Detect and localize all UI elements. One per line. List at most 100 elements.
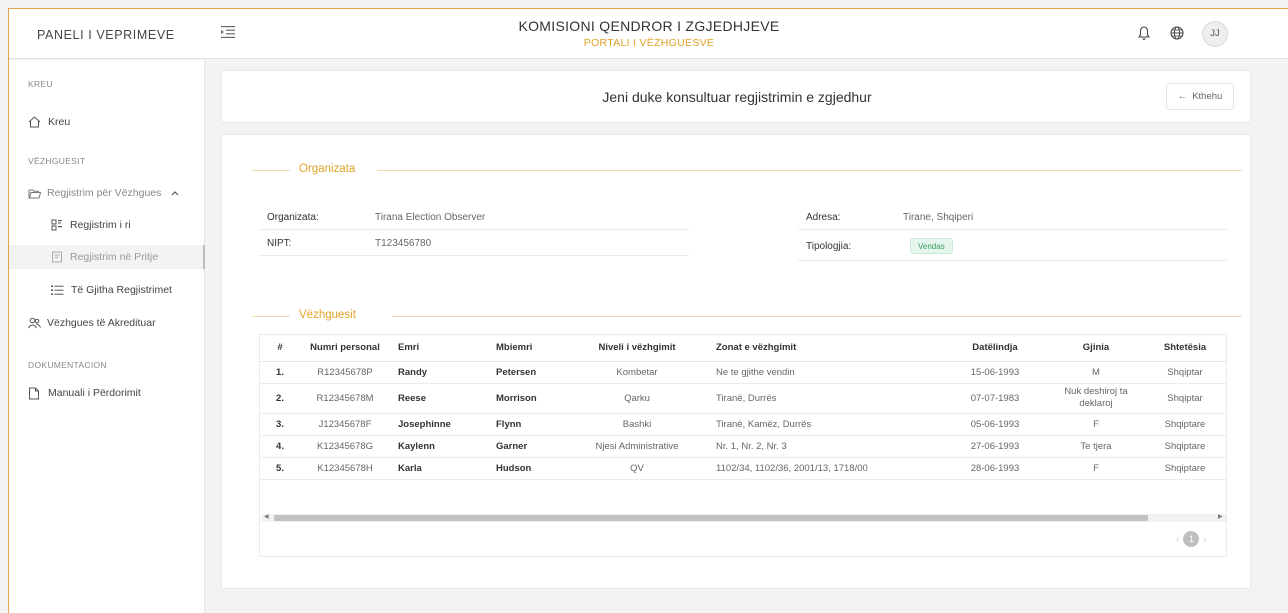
cell-level: Bashki xyxy=(566,413,708,436)
sidebar-section-doc: DOKUMENTACION xyxy=(28,360,107,370)
org-address-row: Adresa: Tirane, Shqiperi xyxy=(798,205,1228,230)
sidebar-item-accredited[interactable]: Vëzhgues të Akredituar xyxy=(9,311,205,335)
sidebar-item-new-registration[interactable]: Regjistrim i ri xyxy=(9,213,205,237)
registration-details-card: Organizata Organizata: Tirana Election O… xyxy=(221,134,1251,589)
cell-zones: 1102/34, 1102/36, 2001/13, 1718/00 xyxy=(708,457,940,480)
organization-section-header: Organizata xyxy=(252,163,1242,177)
cell-personal-number: K12345678H xyxy=(300,457,390,480)
observers-section-title: Vëzhguesit xyxy=(299,309,356,321)
org-name-label: Organizata: xyxy=(267,212,319,223)
cell-gender: M xyxy=(1050,361,1142,384)
col-header-level: Niveli i vëzhgimit xyxy=(566,335,708,362)
cell-level: QV xyxy=(566,457,708,480)
top-bar: PANELI I VEPRIMEVE KOMISIONI QENDROR I Z… xyxy=(9,9,1288,59)
col-header-first-name: Emri xyxy=(390,335,488,362)
folder-open-icon xyxy=(28,189,41,198)
col-header-zones: Zonat e vëzhgimit xyxy=(708,335,940,362)
org-nipt-row: NIPT: T123456780 xyxy=(259,231,689,256)
sidebar-item-label: Kreu xyxy=(48,116,71,128)
table-row[interactable]: 3. J12345678F Josephinne Flynn Bashki Ti… xyxy=(260,413,1226,436)
cell-last-name: Petersen xyxy=(488,361,566,384)
org-type-label: Tipologjia: xyxy=(806,241,852,252)
table-header-row: # Numri personal Emri Mbiemri Niveli i v… xyxy=(260,335,1226,362)
cell-zones: Ne te gjithe vendin xyxy=(708,361,940,384)
scroll-left-icon[interactable]: ◀ xyxy=(264,513,269,520)
sidebar-group-registration[interactable]: Regjistrim për Vëzhgues xyxy=(9,181,205,205)
col-header-personal-number: Numri personal xyxy=(300,335,390,362)
document-icon xyxy=(29,387,39,399)
sidebar-item-kreu[interactable]: Kreu xyxy=(9,110,205,134)
observers-table: # Numri personal Emri Mbiemri Niveli i v… xyxy=(259,334,1227,557)
cell-nationality: Shqiptare xyxy=(1142,413,1226,436)
table-row[interactable]: 4. K12345678G Kaylenn Garner Njesi Admin… xyxy=(260,435,1226,458)
sidebar-section-vezhguesit: VËZHGUESIT xyxy=(28,156,86,166)
prev-page-icon[interactable]: ‹ xyxy=(1176,534,1179,545)
org-name-value: Tirana Election Observer xyxy=(375,212,486,223)
cell-last-name: Morrison xyxy=(488,383,566,414)
sidebar-item-label: Regjistrim i ri xyxy=(70,219,131,231)
table-row[interactable]: 1. R12345678P Randy Petersen Kombetar Ne… xyxy=(260,361,1226,384)
cell-number: 3. xyxy=(260,413,300,436)
table-row[interactable]: 5. K12345678H Karla Hudson QV 1102/34, 1… xyxy=(260,457,1226,480)
cell-zones: Tiranë, Kamëz, Durrës xyxy=(708,413,940,436)
pagination: ‹ 1 › xyxy=(1176,531,1207,547)
sidebar-item-label: Regjistrim për Vëzhgues xyxy=(47,187,162,199)
cell-zones: Tiranë, Durrës xyxy=(708,383,940,414)
cell-number: 4. xyxy=(260,435,300,458)
cell-last-name: Garner xyxy=(488,435,566,458)
col-header-nationality: Shtetësia xyxy=(1142,335,1226,362)
cell-gender: Nuk deshiroj ta deklaroj xyxy=(1050,383,1142,414)
cell-personal-number: R12345678M xyxy=(300,383,390,414)
cell-gender: F xyxy=(1050,413,1142,436)
page-number-button[interactable]: 1 xyxy=(1183,531,1200,547)
col-header-last-name: Mbiemri xyxy=(488,335,566,362)
sidebar: KREU Kreu VËZHGUESIT Regjistrim për Vëzh… xyxy=(9,60,205,613)
pending-form-icon xyxy=(52,251,62,263)
cell-level: Qarku xyxy=(566,383,708,414)
cell-last-name: Flynn xyxy=(488,413,566,436)
cell-dob: 07-07-1983 xyxy=(940,383,1050,414)
cell-personal-number: K12345678G xyxy=(300,435,390,458)
observers-section-header: Vëzhguesit xyxy=(252,309,1242,323)
sidebar-item-label: Manuali i Përdorimit xyxy=(48,387,141,399)
sidebar-item-all-registrations[interactable]: Të Gjitha Regjistrimet xyxy=(9,278,205,302)
users-icon xyxy=(28,317,41,329)
sidebar-item-pending-registration[interactable]: Regjistrim në Pritje xyxy=(9,245,205,269)
header-subtitle: PORTALI I VËZHGUESVE xyxy=(583,37,715,49)
globe-icon[interactable] xyxy=(1169,25,1185,41)
org-type-badge: Vendas xyxy=(910,238,953,254)
cell-first-name: Reese xyxy=(390,383,488,414)
back-button-label: Kthehu xyxy=(1192,91,1223,102)
cell-nationality: Shqiptar xyxy=(1142,383,1226,414)
cell-dob: 28-06-1993 xyxy=(940,457,1050,480)
org-address-value: Tirane, Shqiperi xyxy=(903,212,974,223)
user-avatar[interactable]: JJ xyxy=(1202,21,1228,47)
cell-first-name: Kaylenn xyxy=(390,435,488,458)
org-type-row: Tipologjia: Vendas xyxy=(798,231,1228,261)
cell-level: Njesi Administrative xyxy=(566,435,708,458)
org-nipt-value: T123456780 xyxy=(375,238,432,249)
horizontal-scrollbar[interactable]: ◀ ▶ xyxy=(262,514,1226,522)
bell-icon[interactable] xyxy=(1136,25,1152,41)
arrow-left-icon: ← xyxy=(1177,91,1188,102)
scroll-right-icon[interactable]: ▶ xyxy=(1218,513,1223,520)
cell-personal-number: R12345678P xyxy=(300,361,390,384)
sidebar-item-label: Vëzhgues të Akredituar xyxy=(47,317,156,329)
form-icon xyxy=(51,219,62,231)
table-row[interactable]: 2. R12345678M Reese Morrison Qarku Tiran… xyxy=(260,383,1226,414)
cell-number: 1. xyxy=(260,361,300,384)
cell-first-name: Josephinne xyxy=(390,413,488,436)
cell-number: 2. xyxy=(260,383,300,414)
col-header-gender: Gjinia xyxy=(1050,335,1142,362)
scrollbar-thumb[interactable] xyxy=(274,515,1148,521)
back-button[interactable]: ← Kthehu xyxy=(1166,83,1234,110)
sidebar-item-label: Të Gjitha Regjistrimet xyxy=(71,284,172,296)
cell-nationality: Shqiptar xyxy=(1142,361,1226,384)
cell-zones: Nr. 1, Nr. 2, Nr. 3 xyxy=(708,435,940,458)
sidebar-item-manual[interactable]: Manuali i Përdorimit xyxy=(9,381,205,405)
col-header-dob: Datëlindja xyxy=(940,335,1050,362)
sidebar-section-kreu: KREU xyxy=(28,79,53,89)
org-name-row: Organizata: Tirana Election Observer xyxy=(259,205,689,230)
org-address-label: Adresa: xyxy=(806,212,841,223)
next-page-icon[interactable]: › xyxy=(1203,534,1206,545)
